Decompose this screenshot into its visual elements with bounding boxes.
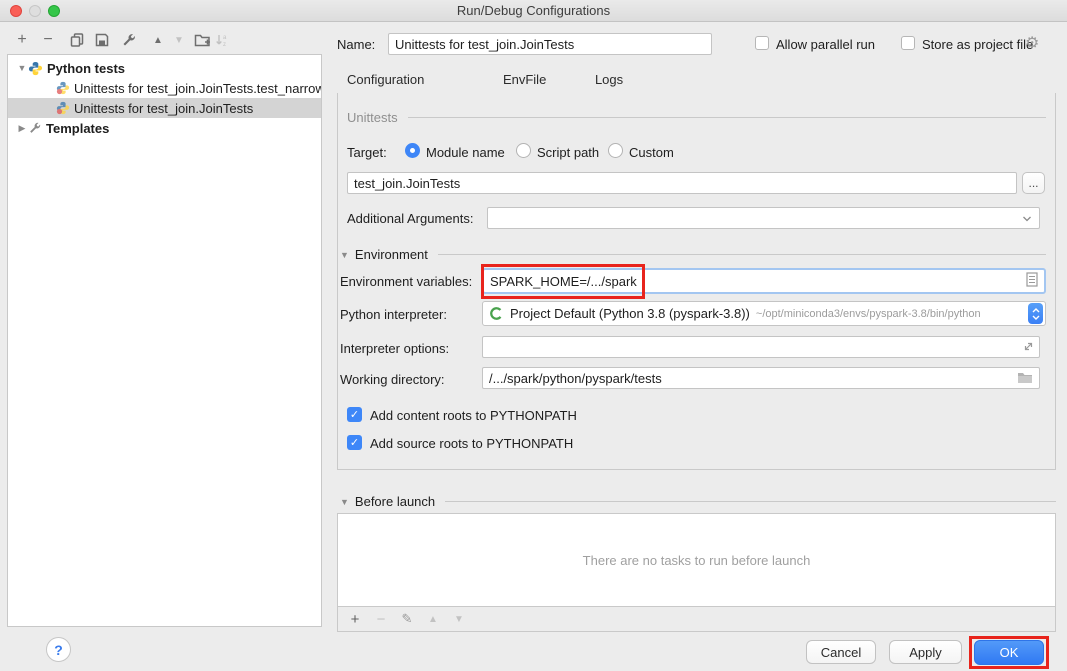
ok-button[interactable]: OK [974,640,1044,665]
before-launch-section-label: Before launch [355,494,435,509]
tree-item-label: Unittests for test_join.JoinTests [74,101,253,116]
python-interpreter-path: ~/opt/miniconda3/envs/pyspark-3.8/bin/py… [756,308,981,320]
browse-button[interactable]: ... [1022,172,1045,194]
python-interpreter-value: Project Default (Python 3.8 (pyspark-3.8… [510,306,750,321]
python-test-icon [56,101,70,115]
target-custom-radio[interactable] [608,143,623,158]
tab-envfile[interactable]: EnvFile [493,65,556,93]
target-script-path-radio[interactable] [516,143,531,158]
add-configuration-icon[interactable]: + [13,31,31,49]
expand-field-icon[interactable] [1022,340,1035,356]
configurations-tree: ▼ Python tests Unittests for test_join.J… [7,54,322,627]
browse-variables-icon[interactable] [1026,272,1038,290]
help-button[interactable]: ? [46,637,71,662]
target-input[interactable] [347,172,1017,194]
additional-arguments-input[interactable] [487,207,1040,229]
zoom-window-button[interactable] [48,5,60,17]
chevron-expanded-icon[interactable]: ▼ [16,63,28,73]
tree-item-jointests-selected[interactable]: Unittests for test_join.JoinTests [8,98,321,118]
unittests-section-label: Unittests [347,110,398,125]
move-task-up-icon: ▲ [425,614,441,625]
browse-folder-icon[interactable] [1017,371,1033,387]
close-window-button[interactable] [10,5,22,17]
edit-templates-icon[interactable] [120,31,138,49]
interpreter-options-label: Interpreter options: [340,341,449,356]
section-collapse-icon[interactable]: ▼ [340,497,349,507]
environment-variables-input[interactable] [484,271,1026,291]
move-task-down-icon: ▼ [451,614,467,625]
remove-task-icon: − [373,611,389,628]
select-stepper-icon[interactable] [1028,303,1043,324]
add-source-roots-label: Add source roots to PYTHONPATH [370,436,573,451]
add-task-icon[interactable]: + [347,611,363,628]
tree-item-label: Unittests for test_join.JoinTests.test_n… [74,81,321,96]
title-bar: Run/Debug Configurations [0,0,1067,22]
svg-text:z: z [223,42,226,48]
create-folder-icon[interactable] [193,31,211,49]
before-launch-section-header[interactable]: ▼ Before launch [340,494,1056,509]
store-as-project-file-label: Store as project file [922,37,1033,52]
svg-text:a: a [223,35,227,41]
tab-configuration[interactable]: Configuration [337,65,434,96]
before-launch-task-list[interactable]: There are no tasks to run before launch [337,513,1056,607]
target-custom-label: Custom [629,145,674,160]
environment-section-header[interactable]: ▼ Environment [340,247,1046,262]
target-module-name-label: Module name [426,145,505,160]
working-directory-input[interactable] [482,367,1040,389]
python-icon [28,61,43,76]
window-title: Run/Debug Configurations [0,0,1067,22]
insert-macro-chevron-icon[interactable] [1022,211,1032,226]
add-source-roots-checkbox[interactable]: ✓ [347,435,362,450]
add-content-roots-checkbox[interactable]: ✓ [347,407,362,422]
tree-item-label: Python tests [47,61,125,76]
tab-logs[interactable]: Logs [585,65,633,93]
target-script-path-label: Script path [537,145,599,160]
allow-parallel-run-label: Allow parallel run [776,37,875,52]
unittests-section-header: Unittests [347,110,1046,125]
environment-variables-label: Environment variables: [340,274,472,289]
additional-arguments-label: Additional Arguments: [347,211,473,226]
gear-icon[interactable]: ⚙ [1025,33,1039,53]
apply-button[interactable]: Apply [889,640,962,664]
environment-section-label: Environment [355,247,428,262]
chevron-collapsed-icon[interactable]: ▶ [16,123,28,134]
save-configuration-icon[interactable] [93,31,111,49]
move-down-icon: ▼ [170,31,188,49]
conda-environment-icon [489,306,504,321]
section-collapse-icon[interactable]: ▼ [340,250,349,260]
interpreter-options-input[interactable] [482,336,1040,358]
tree-item-label: Templates [46,121,109,136]
cancel-button[interactable]: Cancel [806,640,876,664]
store-as-project-file-checkbox[interactable] [901,36,915,50]
sort-configurations-icon: az [213,31,231,49]
python-interpreter-select[interactable]: Project Default (Python 3.8 (pyspark-3.8… [482,301,1046,326]
minimize-window-button [29,5,41,17]
tree-item-templates[interactable]: ▶ Templates [8,118,321,138]
before-launch-empty-text: There are no tasks to run before launch [583,553,811,568]
tab-bar: Configuration EnvFile Logs [337,65,633,93]
add-content-roots-label: Add content roots to PYTHONPATH [370,408,577,423]
tree-item-test-narrow[interactable]: Unittests for test_join.JoinTests.test_n… [8,78,321,98]
before-launch-toolbar: + − ✎ ▲ ▼ [337,607,1056,632]
environment-variables-field[interactable] [482,268,1046,294]
edit-task-icon: ✎ [399,611,415,627]
copy-configuration-icon[interactable] [68,31,86,49]
remove-configuration-icon[interactable]: − [39,31,57,49]
working-directory-label: Working directory: [340,372,445,387]
name-input[interactable] [388,33,712,55]
target-module-name-radio[interactable] [405,143,420,158]
python-test-icon [56,81,70,95]
move-up-icon[interactable]: ▲ [149,31,167,49]
tree-item-python-tests[interactable]: ▼ Python tests [8,58,321,78]
wrench-icon [28,121,42,135]
name-label: Name: [337,37,375,52]
allow-parallel-run-checkbox[interactable] [755,36,769,50]
python-interpreter-label: Python interpreter: [340,307,447,322]
target-label: Target: [347,145,387,160]
